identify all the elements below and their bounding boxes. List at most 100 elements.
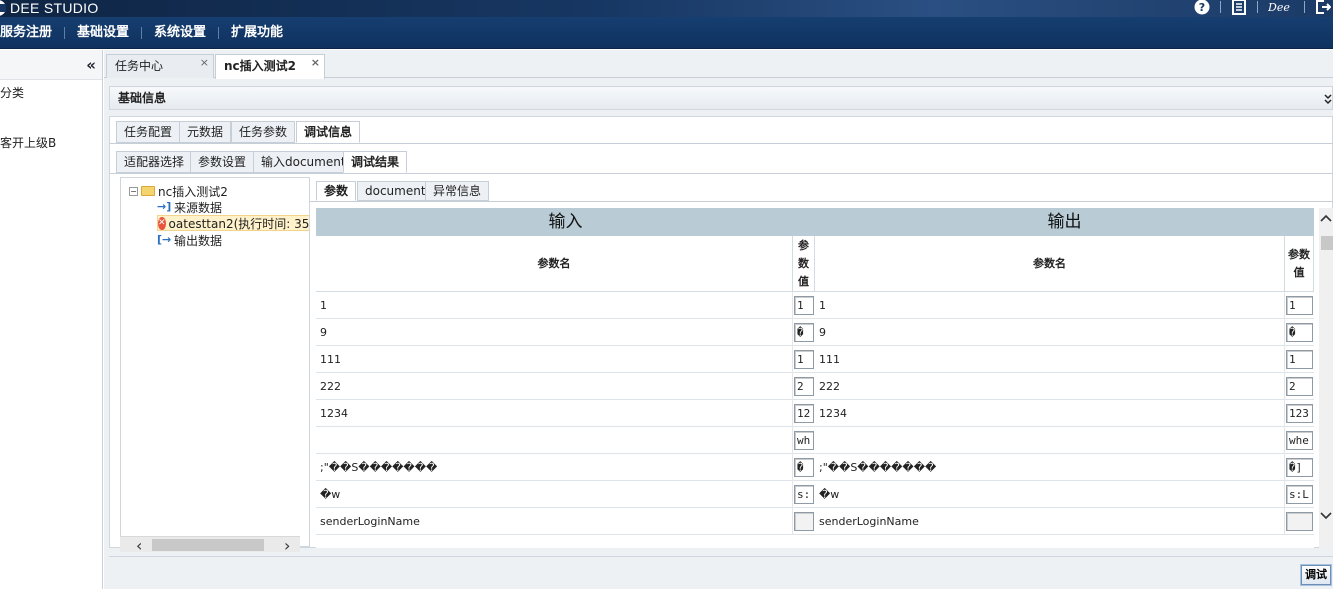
in-param-value-field[interactable]: wh bbox=[794, 431, 814, 450]
input-header: 输入 bbox=[316, 208, 815, 236]
in-param-value-field[interactable]: 12 bbox=[794, 404, 814, 423]
output-arrow-icon: [→ bbox=[157, 233, 172, 246]
scroll-left-icon[interactable]: ‹ bbox=[136, 536, 142, 555]
nav-node-category[interactable]: 分类 bbox=[0, 84, 24, 101]
bottom-action-bar: 调试 bbox=[109, 556, 1333, 589]
debug-button[interactable]: 调试 bbox=[1301, 565, 1331, 585]
scroll-thumb[interactable] bbox=[152, 539, 264, 551]
table-row: senderLoginName senderLoginName bbox=[316, 508, 1314, 535]
expand-chevron-icon[interactable] bbox=[1324, 90, 1332, 112]
tab-divider bbox=[110, 173, 1333, 174]
in-param-value-field[interactable]: � bbox=[794, 458, 814, 477]
scroll-down-icon[interactable] bbox=[1320, 510, 1332, 525]
tab-label: 任务中心 bbox=[115, 59, 164, 73]
out-param-name: �w bbox=[815, 481, 1285, 508]
tab-document[interactable]: document bbox=[357, 181, 434, 201]
tab-nc-insert-test2[interactable]: nc插入测试2 × bbox=[215, 54, 325, 79]
out-name-col: 参数名 bbox=[815, 236, 1285, 292]
tab-input-document[interactable]: 输入document bbox=[253, 151, 354, 173]
tree-node-output[interactable]: [→ 输出数据 bbox=[157, 232, 222, 248]
menu-extensions[interactable]: 扩展功能 bbox=[219, 17, 295, 49]
tree-node-source[interactable]: →] 来源数据 bbox=[157, 199, 222, 215]
scroll-thumb[interactable] bbox=[1321, 236, 1333, 250]
input-arrow-icon: →] bbox=[157, 200, 172, 213]
collapse-left-icon[interactable]: « bbox=[86, 56, 96, 74]
in-param-value-field[interactable]: s: bbox=[794, 485, 814, 504]
out-param-value-field[interactable]: 1 bbox=[1286, 350, 1313, 369]
tab-debug-result[interactable]: 调试结果 bbox=[343, 151, 408, 173]
nav-node-parent-b[interactable]: 客开上级B bbox=[0, 134, 56, 151]
tree-horizontal-scrollbar[interactable]: ‹ › bbox=[120, 536, 300, 555]
tree-node-label: 来源数据 bbox=[174, 200, 223, 215]
tab-exception-info[interactable]: 异常信息 bbox=[425, 181, 490, 201]
folder-icon bbox=[141, 186, 155, 196]
out-param-value-field[interactable]: 123 bbox=[1286, 404, 1313, 423]
tree-root-label: nc插入测试2 bbox=[158, 184, 228, 199]
tab-params[interactable]: 参数 bbox=[316, 181, 357, 201]
close-tab-icon[interactable]: × bbox=[311, 51, 320, 74]
scroll-up-icon[interactable] bbox=[1320, 212, 1332, 227]
title-bar: DEE STUDIO ? Dee bbox=[0, 0, 1333, 17]
menu-system-settings[interactable]: 系统设置 bbox=[142, 17, 218, 49]
tab-task-params[interactable]: 任务参数 bbox=[231, 121, 296, 143]
help-icon[interactable]: ? bbox=[1194, 0, 1210, 15]
collapse-node-icon[interactable]: − bbox=[129, 186, 138, 196]
tab-task-config[interactable]: 任务配置 bbox=[116, 121, 181, 143]
dee-mark-icon[interactable]: Dee bbox=[1268, 0, 1294, 15]
in-val-col: 参 数 值 bbox=[793, 236, 815, 292]
out-param-value-field[interactable]: s:L bbox=[1286, 485, 1313, 504]
param-grid: 输入 输出 参数名 参 数 值 参数名 参数 值 1 1 1 1 9 � 9 � 111 1 111… bbox=[316, 208, 1314, 548]
out-param-value-field[interactable]: � bbox=[1286, 323, 1313, 342]
tab-metadata[interactable]: 元数据 bbox=[179, 121, 232, 143]
out-param-name: 222 bbox=[815, 373, 1285, 400]
table-row: 222 2 222 2 bbox=[316, 373, 1314, 400]
in-param-value-field[interactable]: 2 bbox=[794, 377, 814, 396]
tree-root[interactable]: − nc插入测试2 bbox=[129, 183, 228, 199]
out-param-value-field[interactable]: whe bbox=[1286, 431, 1313, 450]
tree-node-oatesttan2[interactable]: ✕ oatesttan2(执行时间: 359 bbox=[157, 215, 309, 231]
in-param-name: 222 bbox=[316, 373, 793, 400]
brand-text: DEE STUDIO bbox=[10, 0, 99, 16]
tab-adapter-select[interactable]: 适配器选择 bbox=[116, 151, 193, 173]
table-row: 111 1 111 1 bbox=[316, 346, 1314, 373]
svg-text:?: ? bbox=[1199, 1, 1205, 14]
tab-param-settings[interactable]: 参数设置 bbox=[190, 151, 255, 173]
document-icon[interactable] bbox=[1231, 0, 1247, 15]
main-menu: 服务注册 基础设置 系统设置 扩展功能 bbox=[0, 17, 1333, 49]
out-param-value-field[interactable]: 1 bbox=[1286, 296, 1313, 315]
out-param-name: 9 bbox=[815, 319, 1285, 346]
grid-vertical-scrollbar[interactable] bbox=[1319, 208, 1333, 548]
in-param-name: �w bbox=[316, 481, 793, 508]
table-row: ;"��S������� � ;"��S������� �] bbox=[316, 454, 1314, 481]
out-val-col: 参数 值 bbox=[1285, 236, 1314, 292]
basic-info-title: 基础信息 bbox=[118, 91, 167, 105]
in-param-value-field[interactable]: � bbox=[794, 323, 814, 342]
tab-debug-info[interactable]: 调试信息 bbox=[296, 121, 361, 143]
out-param-name: 111 bbox=[815, 346, 1285, 373]
menu-service-register[interactable]: 服务注册 bbox=[0, 17, 64, 49]
in-param-name: 9 bbox=[316, 319, 793, 346]
toolbar-divider bbox=[1304, 1, 1305, 13]
out-param-value-field[interactable]: �] bbox=[1286, 458, 1313, 477]
svg-text:Dee: Dee bbox=[1268, 1, 1290, 14]
toolbar-divider bbox=[1220, 1, 1221, 13]
in-param-value-field[interactable] bbox=[794, 512, 814, 531]
out-param-name: ;"��S������� bbox=[815, 454, 1285, 481]
logout-icon[interactable] bbox=[1315, 0, 1331, 15]
in-param-value-field[interactable]: 1 bbox=[794, 296, 814, 315]
scroll-right-icon[interactable]: › bbox=[284, 536, 290, 555]
brand: DEE STUDIO bbox=[0, 0, 99, 16]
in-param-name: senderLoginName bbox=[316, 508, 793, 535]
basic-info-bar[interactable]: 基础信息 bbox=[109, 86, 1333, 110]
in-param-value-field[interactable]: 1 bbox=[794, 350, 814, 369]
out-param-value-field[interactable]: 2 bbox=[1286, 377, 1313, 396]
close-tab-icon[interactable]: × bbox=[200, 51, 209, 74]
out-param-name bbox=[815, 427, 1285, 454]
table-row: wh whe bbox=[316, 427, 1314, 454]
tab-task-center[interactable]: 任务中心 × bbox=[106, 54, 214, 78]
out-param-value-field[interactable] bbox=[1286, 512, 1313, 531]
menu-basic-settings[interactable]: 基础设置 bbox=[65, 17, 141, 49]
left-nav-panel: « 分类 客开上级B bbox=[0, 50, 103, 589]
out-param-name: 1234 bbox=[815, 400, 1285, 427]
dee-logo-icon bbox=[0, 0, 6, 16]
